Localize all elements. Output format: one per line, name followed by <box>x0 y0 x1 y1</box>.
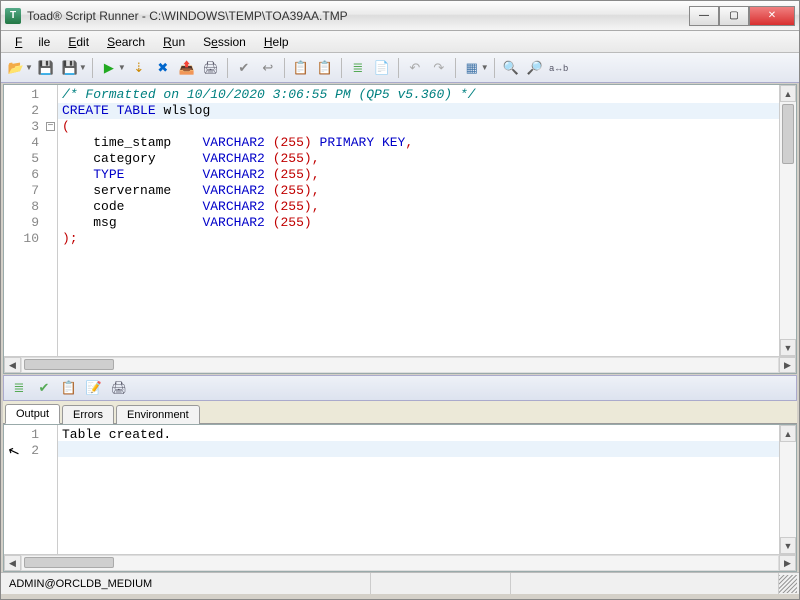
vertical-scrollbar[interactable]: ▲ ▼ <box>779 425 796 554</box>
chevron-down-icon[interactable]: ▼ <box>25 63 33 72</box>
find-icon[interactable]: 🔍 <box>500 57 522 79</box>
menu-edit[interactable]: Edit <box>60 33 97 51</box>
close-button[interactable]: ✕ <box>749 6 795 26</box>
rollback-icon[interactable]: ↩ <box>257 57 279 79</box>
saveas-icon[interactable]: 💾 <box>59 57 81 79</box>
status-cell <box>371 573 511 594</box>
scroll-left-icon[interactable]: ◀ <box>4 555 21 571</box>
editor-pane: 12345678910− /* Formatted on 10/10/2020 … <box>3 84 797 374</box>
scroll-thumb[interactable] <box>782 104 794 164</box>
edit-icon[interactable]: 📝 <box>83 377 105 399</box>
scroll-down-icon[interactable]: ▼ <box>780 537 796 554</box>
app-icon: T <box>5 8 21 24</box>
list-icon[interactable]: ≣ <box>347 57 369 79</box>
scroll-up-icon[interactable]: ▲ <box>780 425 796 442</box>
print-icon[interactable]: 🖨 <box>200 57 222 79</box>
menu-session[interactable]: Session <box>195 33 254 51</box>
scroll-down-icon[interactable]: ▼ <box>780 339 796 356</box>
scroll-thumb[interactable] <box>24 359 114 370</box>
code-editor[interactable]: /* Formatted on 10/10/2020 3:06:55 PM (Q… <box>58 85 779 356</box>
clear-icon[interactable]: ✖ <box>152 57 174 79</box>
chevron-down-icon[interactable]: ▼ <box>481 63 489 72</box>
horizontal-scrollbar[interactable]: ◀ ▶ <box>4 356 796 373</box>
scroll-left-icon[interactable]: ◀ <box>4 357 21 373</box>
menu-run[interactable]: Run <box>155 33 193 51</box>
fold-icon[interactable]: − <box>46 122 55 131</box>
commit-icon[interactable]: ✔ <box>233 57 255 79</box>
scroll-right-icon[interactable]: ▶ <box>779 555 796 571</box>
print-icon[interactable]: 🖨 <box>108 377 130 399</box>
minimize-button[interactable]: — <box>689 6 719 26</box>
menubar: File Edit Search Run Session Help <box>1 31 799 53</box>
tab-output[interactable]: Output <box>5 404 60 424</box>
grid-icon[interactable]: ▦ <box>461 57 483 79</box>
open-icon[interactable]: 📂 <box>5 57 27 79</box>
editor-gutter: 12345678910− <box>4 85 58 356</box>
titlebar: T Toad® Script Runner - C:\WINDOWS\TEMP\… <box>1 1 799 31</box>
run-icon[interactable]: ▶ <box>98 57 120 79</box>
check-icon[interactable]: ✔ <box>33 377 55 399</box>
step-icon[interactable]: ⇣ <box>128 57 150 79</box>
tab-errors[interactable]: Errors <box>62 405 114 424</box>
resize-grip-icon[interactable] <box>779 575 797 593</box>
doc-icon[interactable]: 📄 <box>371 57 393 79</box>
scroll-right-icon[interactable]: ▶ <box>779 357 796 373</box>
save-icon[interactable]: 💾 <box>35 57 57 79</box>
menu-file[interactable]: File <box>7 33 58 51</box>
chevron-down-icon[interactable]: ▼ <box>79 63 87 72</box>
window-title: Toad® Script Runner - C:\WINDOWS\TEMP\TO… <box>27 9 689 23</box>
menu-help[interactable]: Help <box>256 33 297 51</box>
output-pane: ↖ 12 Table created. ▲ ▼ ◀ ▶ <box>3 424 797 572</box>
redo-icon[interactable]: ↷ <box>428 57 450 79</box>
tab-environment[interactable]: Environment <box>116 405 200 424</box>
status-cell <box>511 573 779 594</box>
scroll-up-icon[interactable]: ▲ <box>780 85 796 102</box>
export-icon[interactable]: 📤 <box>176 57 198 79</box>
output-toolbar: ≣ ✔ 📋 📝 🖨 <box>3 375 797 401</box>
chevron-down-icon[interactable]: ▼ <box>118 63 126 72</box>
vertical-scrollbar[interactable]: ▲ ▼ <box>779 85 796 356</box>
statusbar: ADMIN@ORCLDB_MEDIUM <box>1 572 799 594</box>
undo-icon[interactable]: ↶ <box>404 57 426 79</box>
horizontal-scrollbar[interactable]: ◀ ▶ <box>4 554 796 571</box>
scroll-thumb[interactable] <box>24 557 114 568</box>
output-tabs: Output Errors Environment <box>3 401 797 424</box>
maximize-button[interactable]: ▢ <box>719 6 749 26</box>
findnext-icon[interactable]: 🔎 <box>524 57 546 79</box>
replace-icon[interactable]: a↔b <box>548 57 570 79</box>
main-toolbar: 📂 ▼ 💾 💾 ▼ ▶ ▼ ⇣ ✖ 📤 🖨 ✔ ↩ 📋 📋 ≣ 📄 ↶ ↷ ▦ … <box>1 53 799 83</box>
copy-icon[interactable]: 📋 <box>314 57 336 79</box>
menu-search[interactable]: Search <box>99 33 153 51</box>
output-text[interactable]: Table created. <box>58 425 779 554</box>
copy-icon[interactable]: 📋 <box>290 57 312 79</box>
copy-icon[interactable]: 📋 <box>58 377 80 399</box>
list-icon[interactable]: ≣ <box>8 377 30 399</box>
status-connection: ADMIN@ORCLDB_MEDIUM <box>1 573 371 594</box>
